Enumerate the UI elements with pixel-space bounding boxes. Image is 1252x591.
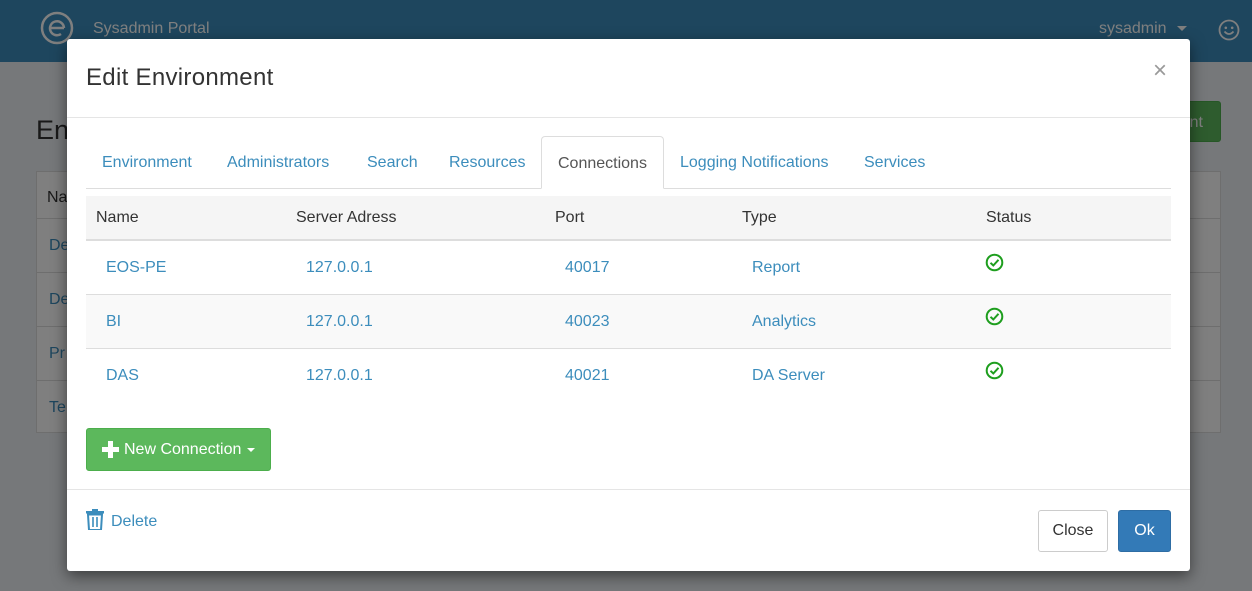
header-server-address: Server Adress — [296, 209, 397, 226]
check-circle-icon — [985, 307, 1004, 326]
tab-bar: Environment Administrators Search Resour… — [86, 136, 1171, 189]
close-button[interactable]: Close — [1038, 510, 1108, 552]
connection-port[interactable]: 40017 — [565, 259, 610, 277]
table-row: DAS 127.0.0.1 40021 DA Server — [86, 349, 1171, 403]
connection-server[interactable]: 127.0.0.1 — [306, 259, 373, 277]
caret-down-icon — [247, 448, 255, 452]
connection-name[interactable]: DAS — [106, 367, 139, 385]
connection-port[interactable]: 40021 — [565, 367, 610, 385]
check-circle-icon — [985, 361, 1004, 380]
connection-server[interactable]: 127.0.0.1 — [306, 313, 373, 331]
header-status: Status — [986, 209, 1032, 226]
new-connection-button[interactable]: New Connection — [86, 428, 271, 471]
table-row: BI 127.0.0.1 40023 Analytics — [86, 295, 1171, 349]
connection-name[interactable]: EOS-PE — [106, 259, 166, 277]
modal-footer: Delete Close Ok — [67, 489, 1190, 572]
tab-services[interactable]: Services — [848, 136, 941, 188]
tab-resources[interactable]: Resources — [433, 136, 541, 188]
tab-environment[interactable]: Environment — [86, 136, 208, 188]
delete-label: Delete — [111, 513, 158, 530]
tab-connections[interactable]: Connections — [541, 136, 664, 189]
header-type: Type — [742, 209, 777, 226]
tab-administrators[interactable]: Administrators — [211, 136, 345, 188]
check-circle-icon — [985, 253, 1004, 272]
header-name: Name — [96, 209, 139, 226]
tab-search[interactable]: Search — [351, 136, 434, 188]
new-connection-label: New Connection — [124, 441, 242, 458]
plus-icon — [102, 441, 119, 458]
table-row: EOS-PE 127.0.0.1 40017 Report — [86, 241, 1171, 295]
connection-type[interactable]: Analytics — [752, 313, 816, 331]
connection-type[interactable]: DA Server — [752, 367, 825, 385]
connection-name[interactable]: BI — [106, 313, 121, 331]
close-icon[interactable]: × — [1153, 57, 1167, 85]
trash-icon — [86, 509, 104, 530]
ok-button[interactable]: Ok — [1118, 510, 1171, 552]
modal-title: Edit Environment — [86, 64, 274, 91]
connection-server[interactable]: 127.0.0.1 — [306, 367, 373, 385]
modal-header: Edit Environment × — [67, 39, 1190, 118]
connection-port[interactable]: 40023 — [565, 313, 610, 331]
tab-logging-notifications[interactable]: Logging Notifications — [664, 136, 845, 188]
edit-environment-modal: Edit Environment × Environment Administr… — [67, 39, 1190, 571]
header-port: Port — [555, 209, 585, 226]
connection-type[interactable]: Report — [752, 259, 800, 277]
table-header: Name Server Adress Port Type Status — [86, 196, 1171, 241]
